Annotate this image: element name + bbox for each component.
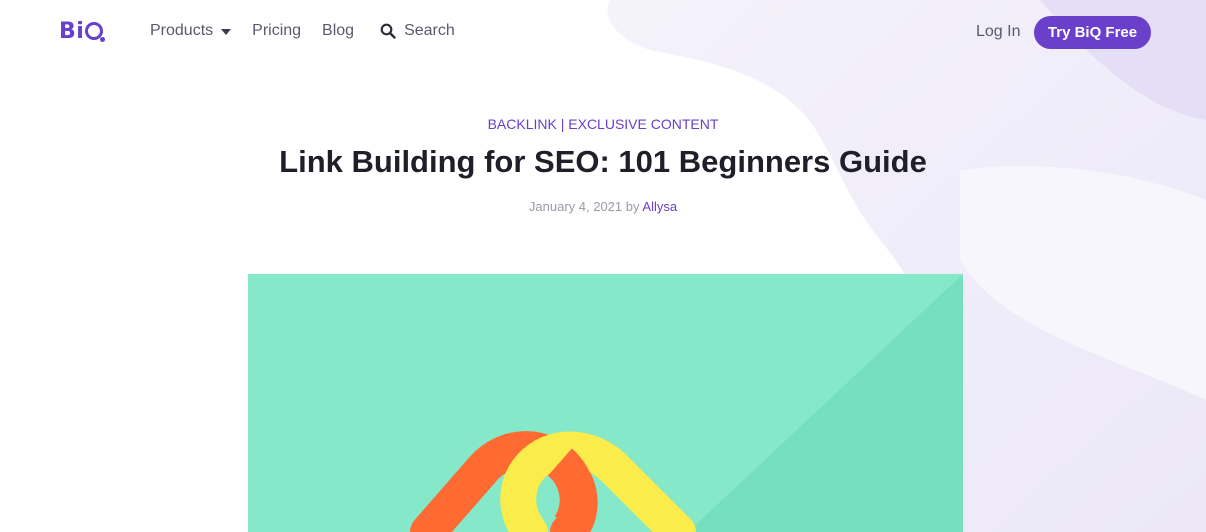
search-icon xyxy=(380,23,396,39)
nav-blog-label: Blog xyxy=(322,22,355,39)
nav-products[interactable]: Products xyxy=(150,22,232,40)
category-backlink-link[interactable]: BACKLINK xyxy=(488,116,557,132)
site-header: Bi Products Pricing Blog Search Log In T… xyxy=(0,0,1206,64)
brand-logo[interactable]: Bi xyxy=(59,19,106,44)
category-separator: | xyxy=(556,116,569,132)
nav-pricing[interactable]: Pricing xyxy=(252,22,301,40)
nav-search-label: Search xyxy=(404,22,455,39)
main-nav: Products Pricing Blog Search xyxy=(150,22,455,40)
nav-pricing-label: Pricing xyxy=(252,22,302,39)
nav-blog[interactable]: Blog xyxy=(322,22,354,40)
logo-q-mark xyxy=(85,22,106,42)
article-meta: January 4, 2021 by Allysa xyxy=(0,199,1206,214)
login-link[interactable]: Log In xyxy=(976,23,1020,41)
nav-search[interactable]: Search xyxy=(380,22,455,40)
article-title: Link Building for SEO: 101 Beginners Gui… xyxy=(279,144,927,179)
try-free-button[interactable]: Try BiQ Free xyxy=(1034,16,1151,49)
nav-products-label: Products xyxy=(150,22,214,39)
article-categories: BACKLINK | EXCLUSIVE CONTENT xyxy=(0,116,1206,132)
link-chain-icon xyxy=(248,274,963,532)
category-exclusive-link[interactable]: EXCLUSIVE CONTENT xyxy=(568,116,718,132)
hero-image xyxy=(248,274,963,532)
chevron-down-icon xyxy=(221,29,232,35)
article-author-link[interactable]: Allysa xyxy=(642,199,677,214)
article-by: by xyxy=(625,199,640,214)
article-date: January 4, 2021 xyxy=(528,199,623,214)
